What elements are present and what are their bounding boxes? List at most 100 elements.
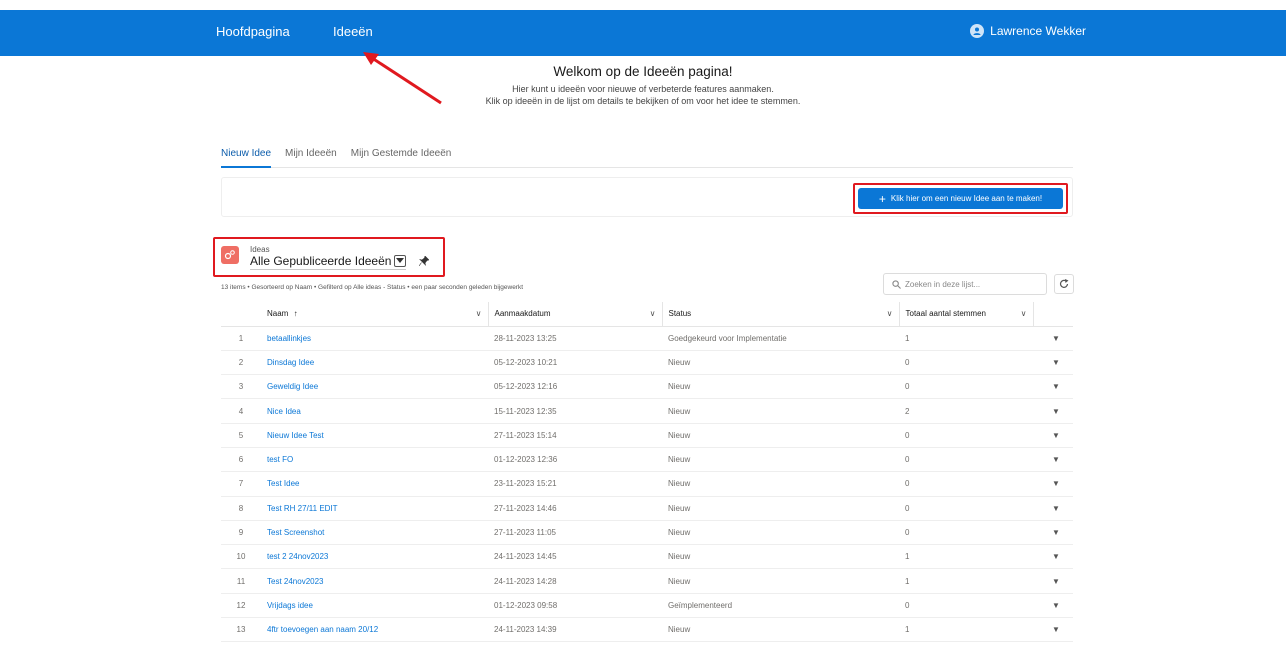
ideas-table: Naam ↑ ∨ Aanmaakdatum ∨ Status ∨ Totaal … bbox=[221, 302, 1073, 643]
row-actions-chevron-icon[interactable]: ▼ bbox=[1049, 331, 1063, 345]
idea-name-link[interactable]: Dinsdag Idee bbox=[261, 350, 488, 376]
refresh-button[interactable] bbox=[1054, 274, 1074, 294]
row-number: 7 bbox=[221, 471, 261, 497]
votes-value: 0 bbox=[899, 374, 1033, 400]
status-value: Nieuw bbox=[662, 520, 899, 546]
created-date: 27-11-2023 14:46 bbox=[488, 496, 662, 521]
column-status-label: Status bbox=[668, 309, 692, 319]
row-actions-chevron-icon[interactable]: ▼ bbox=[1049, 453, 1063, 467]
idea-name-link[interactable]: test 2 24nov2023 bbox=[261, 544, 488, 570]
votes-value: 0 bbox=[899, 496, 1033, 521]
list-view-selector[interactable]: Alle Gepubliceerde Ideeën bbox=[250, 254, 407, 270]
table-header-row: Naam ↑ ∨ Aanmaakdatum ∨ Status ∨ Totaal … bbox=[221, 302, 1073, 327]
row-actions-cell: ▼ bbox=[1033, 447, 1073, 473]
table-row: 1 betaallinkjes 28-11-2023 13:25 Goedgekeur… bbox=[221, 326, 1073, 351]
created-date: 01-12-2023 09:58 bbox=[488, 593, 662, 619]
table-row: 7 Test Idee 23-11-2023 15:21 Nieuw 0 ▼ bbox=[221, 471, 1073, 497]
list-search-input[interactable]: Zoeken in deze lijst... bbox=[883, 273, 1047, 295]
row-actions-chevron-icon[interactable]: ▼ bbox=[1049, 574, 1063, 588]
row-actions-cell: ▼ bbox=[1033, 471, 1073, 497]
idea-name-link[interactable]: Test Idee bbox=[261, 471, 488, 497]
idea-name-link[interactable]: Test Screenshot bbox=[261, 520, 488, 546]
status-value: Nieuw bbox=[662, 447, 899, 473]
created-date: 27-11-2023 15:14 bbox=[488, 423, 662, 448]
created-date: 28-11-2023 13:25 bbox=[488, 326, 662, 351]
idea-name-link[interactable]: Geweldig Idee bbox=[261, 374, 488, 400]
row-actions-chevron-icon[interactable]: ▼ bbox=[1049, 550, 1063, 564]
table-row: 11 Test 24nov2023 24-11-2023 14:28 Nieuw 1 ▼ bbox=[221, 568, 1073, 594]
tab-new-idea[interactable]: Nieuw Idee bbox=[221, 146, 272, 168]
column-header-date[interactable]: Aanmaakdatum ∨ bbox=[488, 302, 663, 327]
created-date: 05-12-2023 12:16 bbox=[488, 374, 662, 400]
idea-name-link[interactable]: Vrijdags idee bbox=[261, 593, 488, 619]
row-actions-chevron-icon[interactable]: ▼ bbox=[1049, 380, 1063, 394]
nav-ideas[interactable]: Ideeën bbox=[333, 24, 373, 39]
column-header-votes[interactable]: Totaal aantal stemmen ∨ bbox=[899, 302, 1034, 327]
table-row: 8 Test RH 27/11 EDIT 27-11-2023 14:46 Nieuw… bbox=[221, 496, 1073, 521]
created-date: 24-11-2023 14:45 bbox=[488, 544, 662, 570]
created-date: 27-11-2023 11:05 bbox=[488, 520, 662, 546]
plus-icon: + bbox=[878, 191, 886, 206]
row-number-header bbox=[221, 302, 261, 327]
list-object-label: Ideas bbox=[250, 245, 270, 254]
idea-name-link[interactable]: 4ftr toevoegen aan naam 20/12 bbox=[261, 617, 488, 643]
table-row: 9 Test Screenshot 27-11-2023 11:05 Nieuw 0 ▼ bbox=[221, 520, 1073, 546]
status-value: Goedgekeurd voor Implementatie bbox=[662, 326, 899, 351]
idea-name-link[interactable]: Nieuw Idee Test bbox=[261, 423, 488, 448]
welcome-section: Welkom op de Ideeën pagina! Hier kunt u … bbox=[0, 64, 1286, 107]
idea-name-link[interactable]: Test 24nov2023 bbox=[261, 568, 488, 594]
row-actions-chevron-icon[interactable]: ▼ bbox=[1049, 598, 1063, 612]
tab-my-voted-ideas[interactable]: Mijn Gestemde Ideeën bbox=[351, 146, 452, 168]
row-number: 10 bbox=[221, 544, 261, 570]
tab-my-ideas[interactable]: Mijn Ideeën bbox=[285, 146, 337, 168]
user-avatar-icon bbox=[970, 24, 985, 38]
table-row: 6 test FO 01-12-2023 12:36 Nieuw 0 ▼ bbox=[221, 447, 1073, 473]
created-date: 01-12-2023 12:36 bbox=[488, 447, 662, 473]
row-actions-chevron-icon[interactable]: ▼ bbox=[1049, 404, 1063, 418]
row-actions-cell: ▼ bbox=[1033, 350, 1073, 376]
idea-name-link[interactable]: Nice Idea bbox=[261, 398, 488, 424]
row-actions-chevron-icon[interactable]: ▼ bbox=[1049, 623, 1063, 637]
row-number: 2 bbox=[221, 350, 261, 376]
votes-value: 0 bbox=[899, 593, 1033, 619]
column-votes-label: Totaal aantal stemmen bbox=[905, 309, 987, 319]
user-menu[interactable]: Lawrence Wekker bbox=[970, 24, 1086, 38]
table-row: 5 Nieuw Idee Test 27-11-2023 15:14 Nieuw 0 ▼ bbox=[221, 423, 1073, 448]
column-header-status[interactable]: Status ∨ bbox=[662, 302, 900, 327]
row-actions-chevron-icon[interactable]: ▼ bbox=[1049, 477, 1063, 491]
status-value: Nieuw bbox=[662, 471, 899, 497]
status-value: Nieuw bbox=[662, 350, 899, 376]
search-placeholder: Zoeken in deze lijst... bbox=[905, 279, 981, 289]
row-number: 12 bbox=[221, 593, 261, 619]
idea-name-link[interactable]: Test RH 27/11 EDIT bbox=[261, 496, 488, 521]
status-value: Nieuw bbox=[662, 398, 899, 424]
row-actions-chevron-icon[interactable]: ▼ bbox=[1049, 428, 1063, 442]
nav-home[interactable]: Hoofdpagina bbox=[216, 24, 290, 39]
pin-icon[interactable] bbox=[418, 255, 430, 269]
row-actions-chevron-icon[interactable]: ▼ bbox=[1049, 355, 1063, 369]
votes-value: 0 bbox=[899, 350, 1033, 376]
column-header-name[interactable]: Naam ↑ ∨ bbox=[261, 302, 489, 327]
list-meta-info: 13 items • Gesorteerd op Naam • Gefilter… bbox=[221, 284, 524, 291]
idea-name-link[interactable]: test FO bbox=[261, 447, 488, 473]
row-actions-chevron-icon[interactable]: ▼ bbox=[1049, 526, 1063, 540]
chevron-down-icon[interactable]: ∨ bbox=[887, 309, 893, 318]
new-idea-button[interactable]: + Klik hier om een nieuw Idee aan te mak… bbox=[858, 188, 1063, 209]
table-row: 10 test 2 24nov2023 24-11-2023 14:45 Nieuw 1… bbox=[221, 544, 1073, 570]
status-value: Nieuw bbox=[662, 617, 899, 643]
new-idea-highlight: + Klik hier om een nieuw Idee aan te mak… bbox=[853, 183, 1068, 214]
row-actions-cell: ▼ bbox=[1033, 423, 1073, 448]
row-number: 6 bbox=[221, 447, 261, 473]
votes-value: 0 bbox=[899, 423, 1033, 448]
chevron-down-icon[interactable]: ∨ bbox=[650, 309, 656, 318]
chevron-down-icon[interactable]: ∨ bbox=[1021, 309, 1027, 318]
welcome-line-1: Hier kunt u ideeën voor nieuwe of verbet… bbox=[512, 84, 774, 94]
created-date: 23-11-2023 15:21 bbox=[488, 471, 662, 497]
refresh-icon bbox=[1059, 279, 1069, 288]
chevron-down-icon[interactable] bbox=[394, 255, 407, 267]
row-actions-cell: ▼ bbox=[1033, 617, 1073, 643]
row-actions-chevron-icon[interactable]: ▼ bbox=[1049, 501, 1063, 515]
chevron-down-icon[interactable]: ∨ bbox=[476, 309, 482, 318]
sort-ascending-icon: ↑ bbox=[293, 309, 298, 319]
idea-name-link[interactable]: betaallinkjes bbox=[261, 326, 488, 351]
